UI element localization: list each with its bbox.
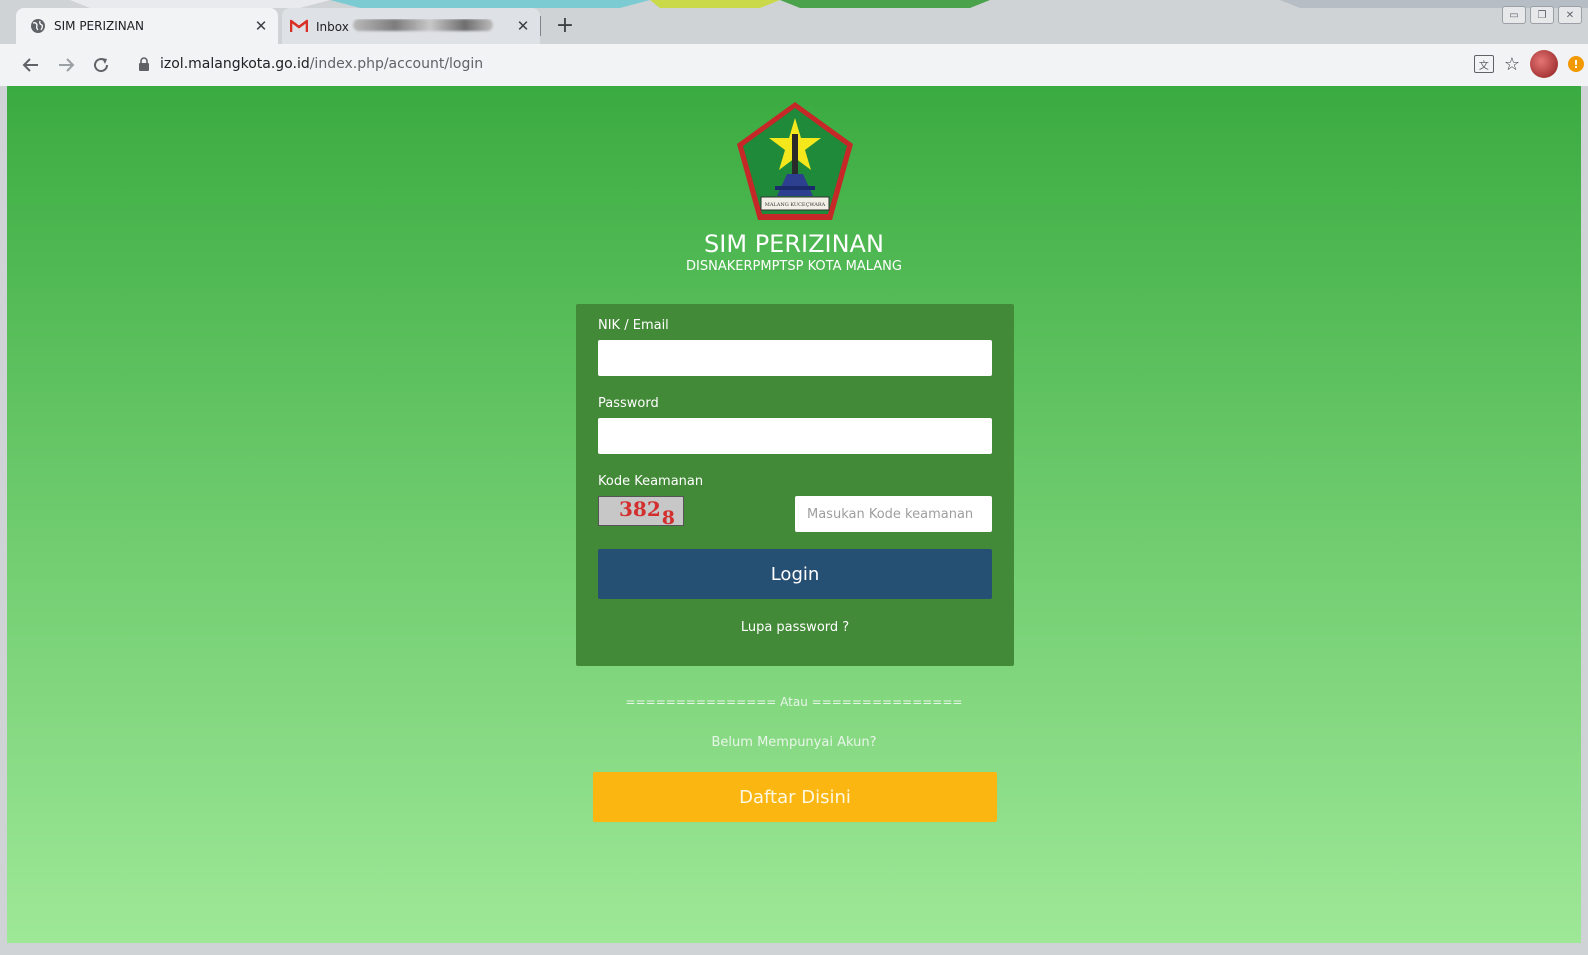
tab-divider	[540, 16, 541, 36]
close-icon[interactable]: ✕	[250, 15, 272, 37]
nik-email-input[interactable]	[598, 340, 992, 376]
register-button[interactable]: Daftar Disini	[593, 772, 997, 822]
close-window-button[interactable]: ✕	[1558, 6, 1582, 24]
address-bar[interactable]: izol.malangkota.go.id/index.php/account/…	[124, 49, 1496, 79]
tab-inbox[interactable]: Inbox ✕	[282, 8, 540, 44]
malang-city-emblem: MALANG KUCEÇWARA	[737, 102, 853, 220]
password-label: Password	[598, 396, 659, 411]
tab-title: SIM PERIZINAN	[54, 19, 144, 33]
arrow-left-icon	[22, 58, 38, 72]
globe-icon	[31, 19, 45, 33]
bookmark-star-icon[interactable]: ☆	[1504, 54, 1520, 75]
login-card: NIK / Email Password Kode Keamanan 382 8 …	[576, 304, 1014, 666]
login-page: MALANG KUCEÇWARA SIM PERIZINAN DISNAKERP…	[7, 86, 1581, 943]
back-button[interactable]	[18, 52, 44, 78]
toolbar-actions: 文 ☆ !	[1473, 50, 1588, 78]
reload-icon	[94, 58, 109, 73]
restore-button[interactable]: ❐	[1530, 6, 1554, 24]
forward-button[interactable]	[53, 52, 79, 78]
arrow-right-icon	[59, 58, 75, 72]
new-tab-button[interactable]: +	[552, 12, 578, 38]
lock-icon	[139, 57, 149, 71]
no-account-text: Belum Mempunyai Akun?	[711, 735, 877, 750]
window-controls: ▭ ❐ ✕	[1502, 6, 1582, 24]
redacted-blur	[352, 18, 493, 31]
emblem-caption: MALANG KUCEÇWARA	[765, 202, 826, 208]
nik-email-label: NIK / Email	[598, 318, 669, 333]
close-icon[interactable]: ✕	[512, 15, 534, 37]
minimize-button[interactable]: ▭	[1502, 6, 1526, 24]
security-code-label: Kode Keamanan	[598, 474, 704, 489]
extension-avatar-icon[interactable]	[1530, 50, 1558, 78]
tab-title: Inbox	[316, 18, 512, 34]
password-input[interactable]	[598, 418, 992, 454]
tab-sim-perizinan[interactable]: SIM PERIZINAN ✕	[16, 8, 278, 44]
login-button[interactable]: Login	[598, 549, 992, 599]
captcha-image: 382 8	[598, 496, 684, 529]
captcha-main-digits: 382	[619, 497, 661, 521]
or-separator: =============== Atau ===============	[625, 695, 963, 709]
page-subtitle: DISNAKERPMPTSP KOTA MALANG	[686, 259, 902, 274]
security-code-input[interactable]	[795, 496, 992, 532]
page-title: SIM PERIZINAN	[704, 230, 884, 258]
notification-icon[interactable]: !	[1568, 56, 1584, 72]
url-text: izol.malangkota.go.id/index.php/account/…	[160, 56, 484, 72]
reload-button[interactable]	[88, 52, 114, 78]
gmail-icon	[290, 19, 308, 32]
forgot-password-link[interactable]: Lupa password ?	[576, 620, 1014, 635]
translate-icon[interactable]: 文	[1473, 55, 1494, 73]
browser-toolbar: izol.malangkota.go.id/index.php/account/…	[0, 44, 1588, 86]
captcha-sub-digit: 8	[661, 507, 675, 529]
